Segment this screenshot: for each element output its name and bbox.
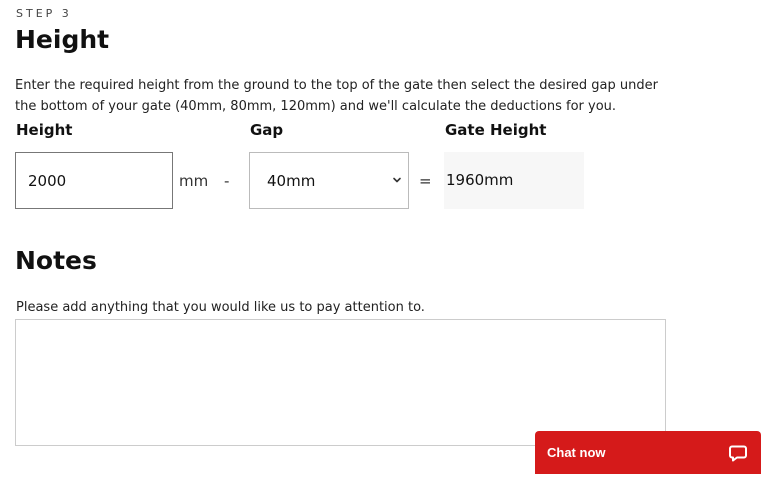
- notes-section-title: Notes: [15, 246, 97, 275]
- chat-now-button[interactable]: Chat now: [535, 431, 761, 474]
- height-field-label: Height: [16, 121, 73, 139]
- chevron-down-icon: [393, 177, 401, 183]
- gap-field-label: Gap: [250, 121, 284, 139]
- step-label: STEP 3: [16, 7, 72, 20]
- chat-now-label: Chat now: [547, 445, 606, 460]
- gap-selected-value: 40mm: [267, 172, 316, 190]
- gate-height-label: Gate Height: [445, 121, 547, 139]
- chat-bubble-icon: [729, 445, 747, 462]
- height-unit: mm: [179, 172, 209, 190]
- gap-select[interactable]: 40mm: [249, 152, 409, 209]
- notes-textarea[interactable]: [15, 319, 666, 446]
- equals-operator: =: [419, 172, 432, 190]
- gate-height-result: 1960mm: [444, 152, 584, 209]
- gate-height-value: 1960mm: [446, 171, 514, 189]
- notes-help-text: Please add anything that you would like …: [16, 300, 425, 315]
- height-section-title: Height: [15, 25, 110, 54]
- height-instructions: Enter the required height from the groun…: [15, 78, 658, 114]
- height-input[interactable]: [15, 152, 173, 209]
- minus-operator: -: [224, 172, 230, 190]
